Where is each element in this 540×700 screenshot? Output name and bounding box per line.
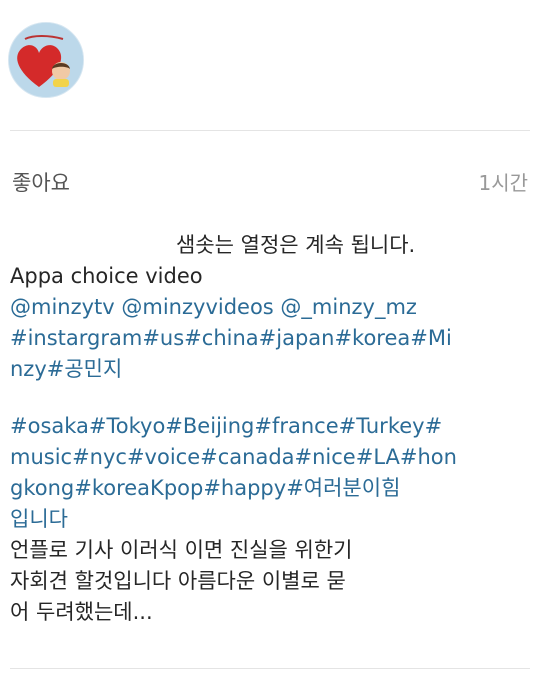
caption-gap <box>10 385 530 411</box>
avatar[interactable] <box>8 22 84 98</box>
caption-line: 자회견 할것입니다 아름다운 이별로 묻 <box>10 569 346 593</box>
caption-line: Appa choice video <box>10 264 203 288</box>
timestamp: 1시간 <box>478 171 528 195</box>
hashtag-links[interactable]: gkong#koreaKpop#happy#여러분이힘 <box>10 473 530 504</box>
heart-icon <box>9 23 83 97</box>
hashtag-links[interactable]: nzy#공민지 <box>10 354 530 385</box>
hashtag-links[interactable]: #osaka#Tokyo#Beijing#france#Turkey# <box>10 411 530 442</box>
likes-label[interactable]: 좋아요 <box>12 167 70 197</box>
post-caption: 샘솟는 열정은 계속 됩니다. Appa choice video @minzy… <box>10 230 530 628</box>
caption-line: 샘솟는 열정은 계속 됩니다. <box>176 233 416 257</box>
divider-bottom <box>10 668 530 669</box>
hashtag-links[interactable]: #instargram#us#china#japan#korea#Mi <box>10 323 530 354</box>
hashtag-links[interactable]: 입니다 <box>10 504 530 535</box>
divider-top <box>10 130 530 131</box>
mention-links[interactable]: @minzytv @minzyvideos @_minzy_mz <box>10 292 530 323</box>
hashtag-links[interactable]: music#nyc#voice#canada#nice#LA#hon <box>10 442 530 473</box>
caption-line: 언플로 기사 이러식 이면 진실을 위한기 <box>10 538 353 562</box>
caption-line: 어 두려했는데... <box>10 600 153 624</box>
